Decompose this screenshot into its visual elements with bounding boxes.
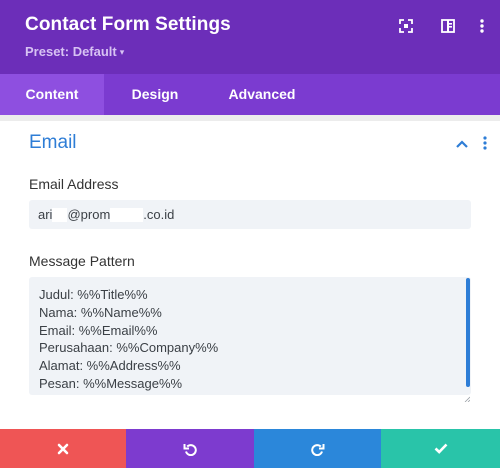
save-button[interactable] <box>381 429 500 468</box>
more-vertical-icon[interactable] <box>474 18 490 34</box>
chevron-up-icon[interactable] <box>455 137 469 149</box>
tab-design[interactable]: Design <box>105 74 205 115</box>
message-pattern-label: Message Pattern <box>29 253 135 269</box>
undo-icon <box>183 443 197 456</box>
email-address-label: Email Address <box>29 176 119 192</box>
email-value-part: @prom <box>67 207 111 222</box>
modal-title: Contact Form Settings <box>25 14 231 35</box>
tab-advanced[interactable]: Advanced <box>205 74 319 115</box>
caret-down-icon: ▾ <box>119 47 125 57</box>
tab-bar: Content Design Advanced <box>0 74 500 115</box>
action-footer <box>0 429 500 468</box>
redaction-block <box>52 207 68 222</box>
expand-icon[interactable] <box>398 18 414 34</box>
message-pattern-textarea[interactable]: Judul: %%Title%% Nama: %%Name%% Email: %… <box>29 277 471 395</box>
redaction-block <box>110 207 144 222</box>
redo-button[interactable] <box>254 429 381 468</box>
section-divider <box>0 115 500 121</box>
redo-icon <box>310 443 324 456</box>
undo-button[interactable] <box>126 429 254 468</box>
section-title[interactable]: Email <box>29 132 77 154</box>
email-value-part: ari <box>38 207 53 222</box>
tab-content[interactable]: Content <box>0 74 104 115</box>
more-vertical-icon[interactable] <box>481 135 489 151</box>
textarea-scrollbar[interactable] <box>466 278 470 387</box>
resize-grip-icon[interactable] <box>464 389 471 403</box>
preset-label: Preset: Default <box>25 44 117 59</box>
close-icon <box>57 443 69 454</box>
discard-button[interactable] <box>0 429 126 468</box>
preset-dropdown[interactable]: Preset: Default ▾ <box>25 44 124 59</box>
sidebar-icon[interactable] <box>440 18 456 34</box>
settings-header: Contact Form Settings Preset: Default ▾ <box>0 0 500 74</box>
email-value-part: .co.id <box>143 207 175 222</box>
check-icon <box>434 443 447 454</box>
email-address-input[interactable]: ari @prom .co.id <box>29 200 471 229</box>
